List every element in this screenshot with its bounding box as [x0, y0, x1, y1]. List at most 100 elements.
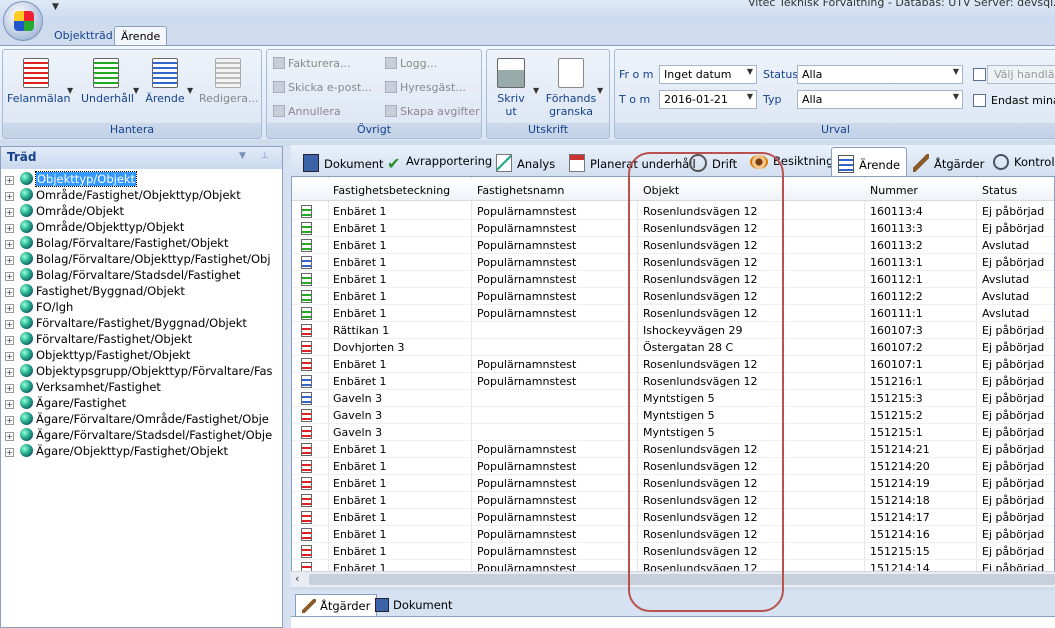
tree-node[interactable]: + Förvaltare/Fastighet/Objekt	[5, 332, 192, 348]
scroll-left-icon[interactable]: ‹	[295, 572, 299, 585]
tree-node-label: Område/Fastighet/Objekttyp/Objekt	[36, 188, 241, 202]
felanmalan-button[interactable]: Felanmälan	[7, 58, 71, 105]
tab-dokument[interactable]: Dokument	[297, 147, 390, 176]
tree-menu-dropdown-icon[interactable]: ▼	[239, 151, 246, 161]
cell-nummer: 151215:1	[870, 426, 923, 439]
tree-node[interactable]: + FO/lgh	[5, 300, 73, 316]
expand-icon[interactable]: +	[5, 448, 14, 457]
tree-node[interactable]: + Förvaltare/Fastighet/Byggnad/Objekt	[5, 316, 247, 332]
column-header-fastighetsbeteckning[interactable]: Fastighetsbeteckning	[333, 184, 450, 197]
tab-avrapportering[interactable]: ✔ Avrapportering	[381, 147, 498, 176]
panel-splitter[interactable]	[283, 146, 291, 628]
skriv-ut-button[interactable]: Skriv ut	[491, 58, 531, 118]
expand-icon[interactable]: +	[5, 176, 14, 185]
hyresgast-button[interactable]: Hyresgäst...	[385, 81, 466, 94]
fakturera-button[interactable]: Fakturera...	[273, 57, 351, 70]
expand-icon[interactable]: +	[5, 320, 14, 329]
app-menu-button[interactable]	[3, 1, 43, 41]
tree-node[interactable]: + Objekttyp/Objekt	[5, 171, 138, 188]
tab-atgarder[interactable]: Åtgärder	[907, 147, 990, 176]
underhall-button[interactable]: Underhåll	[81, 58, 134, 105]
tree-node[interactable]: + Verksamhet/Fastighet	[5, 380, 161, 396]
forhandsgranska-dropdown-icon[interactable]: ▼	[597, 86, 603, 95]
tree-node[interactable]: + Ägare/Fastighet	[5, 396, 126, 412]
case-type-icon	[301, 392, 312, 405]
arende-button[interactable]: Ärende	[145, 58, 185, 105]
expand-icon[interactable]: +	[5, 272, 14, 281]
arende-dropdown-icon[interactable]: ▼	[187, 86, 193, 95]
cell-status: Ej påbörjad	[982, 426, 1045, 439]
tab-arende-view[interactable]: Ärende	[831, 147, 908, 176]
magnifier-icon	[993, 154, 1009, 170]
tree-node[interactable]: + Område/Fastighet/Objekttyp/Objekt	[5, 188, 241, 204]
cell-nummer: 151215:2	[870, 409, 923, 422]
case-type-icon	[301, 256, 312, 269]
log-icon	[385, 57, 397, 69]
column-header-status[interactable]: Status	[982, 184, 1017, 197]
tree-node[interactable]: + Objektypsgrupp/Objekttyp/Förvaltare/Fas	[5, 364, 273, 380]
cell-fastighetsnamn: Populärnamnstest	[477, 511, 577, 524]
annullera-button[interactable]: Annullera	[273, 105, 341, 118]
tree-node[interactable]: + Bolag/Förvaltare/Fastighet/Objekt	[5, 236, 228, 252]
tab-analys[interactable]: Analys	[490, 147, 561, 176]
expand-icon[interactable]: +	[5, 400, 14, 409]
skriv-ut-dropdown-icon[interactable]: ▼	[533, 86, 539, 95]
tree-node[interactable]: + Bolag/Förvaltare/Stadsdel/Fastighet	[5, 268, 240, 284]
bottom-tab-atgarder[interactable]: Åtgärder	[295, 594, 378, 616]
tab-kontroller[interactable]: Kontroller	[987, 147, 1055, 176]
tree-node[interactable]: + Bolag/Förvaltare/Objekttyp/Fastighet/Ob…	[5, 252, 271, 268]
expand-icon[interactable]: +	[5, 336, 14, 345]
tree-node[interactable]: + Ägare/Förvaltare/Område/Fastighet/Obje	[5, 412, 269, 428]
underhall-dropdown-icon[interactable]: ▼	[133, 86, 139, 95]
redigera-button[interactable]: Redigera...	[199, 58, 258, 105]
cell-nummer: 151216:1	[870, 375, 923, 388]
from-date-combo[interactable]: Inget datum ▼	[659, 65, 757, 84]
annullera-label: Annullera	[288, 105, 341, 118]
tab-objekttrad[interactable]: Objektträd	[48, 26, 119, 46]
cell-status: Ej påbörjad	[982, 324, 1045, 337]
tab-arende[interactable]: Ärende	[114, 26, 168, 46]
felanmalan-dropdown-icon[interactable]: ▼	[67, 86, 73, 95]
expand-icon[interactable]: +	[5, 208, 14, 217]
expand-icon[interactable]: +	[5, 368, 14, 377]
status-combo[interactable]: Alla ▼	[797, 65, 963, 84]
expand-icon[interactable]: +	[5, 256, 14, 265]
typ-combo[interactable]: Alla ▼	[797, 90, 963, 109]
expand-icon[interactable]: +	[5, 224, 14, 233]
expand-icon[interactable]: +	[5, 240, 14, 249]
brush-icon	[913, 154, 929, 172]
expand-icon[interactable]: +	[5, 384, 14, 393]
expand-icon[interactable]: +	[5, 288, 14, 297]
tree-node[interactable]: + Ägare/Objekttyp/Fastighet/Objekt	[5, 444, 228, 460]
calendar-icon	[569, 154, 585, 172]
fees-icon	[385, 105, 397, 117]
logg-button[interactable]: Logg...	[385, 57, 437, 70]
expand-icon[interactable]: +	[5, 192, 14, 201]
column-header-nummer[interactable]: Nummer	[870, 184, 918, 197]
case-type-icon	[301, 222, 312, 235]
endast-mina-checkbox[interactable]	[973, 94, 986, 107]
globe-icon	[20, 300, 33, 313]
expand-icon[interactable]: +	[5, 432, 14, 441]
tree-node[interactable]: + Objekttyp/Fastighet/Objekt	[5, 348, 190, 364]
cell-fastighetsnamn: Populärnamnstest	[477, 239, 577, 252]
skicka-epost-button[interactable]: Skicka e-post...	[273, 81, 372, 94]
valj-handlaggare-checkbox[interactable]	[973, 68, 986, 81]
expand-icon[interactable]: +	[5, 304, 14, 313]
tree-node[interactable]: + Fastighet/Byggnad/Objekt	[5, 284, 185, 300]
cell-fastighetsnamn: Populärnamnstest	[477, 307, 577, 320]
quick-access-dropdown-icon[interactable]: ▼	[52, 2, 59, 12]
expand-icon[interactable]: +	[5, 352, 14, 361]
pin-icon[interactable]: ⊥	[261, 151, 269, 161]
forhandsgranska-button[interactable]: Förhands granska	[545, 58, 597, 118]
tree-node[interactable]: + Område/Objekt	[5, 204, 124, 220]
cell-fastighetsnamn: Populärnamnstest	[477, 528, 577, 541]
skapa-avgifter-button[interactable]: Skapa avgifter	[385, 105, 480, 118]
tom-date-combo[interactable]: 2016-01-21 ▼	[659, 90, 757, 109]
expand-icon[interactable]: +	[5, 416, 14, 425]
bottom-tab-dokument[interactable]: Dokument	[369, 594, 459, 616]
tree-node[interactable]: + Ägare/Förvaltare/Stadsdel/Fastighet/Obj…	[5, 428, 272, 444]
tree-node[interactable]: + Område/Objekttyp/Objekt	[5, 220, 184, 236]
valj-handlaggare-button[interactable]: Välj handlägg	[987, 65, 1055, 84]
column-header-fastighetsnamn[interactable]: Fastighetsnamn	[477, 184, 564, 197]
